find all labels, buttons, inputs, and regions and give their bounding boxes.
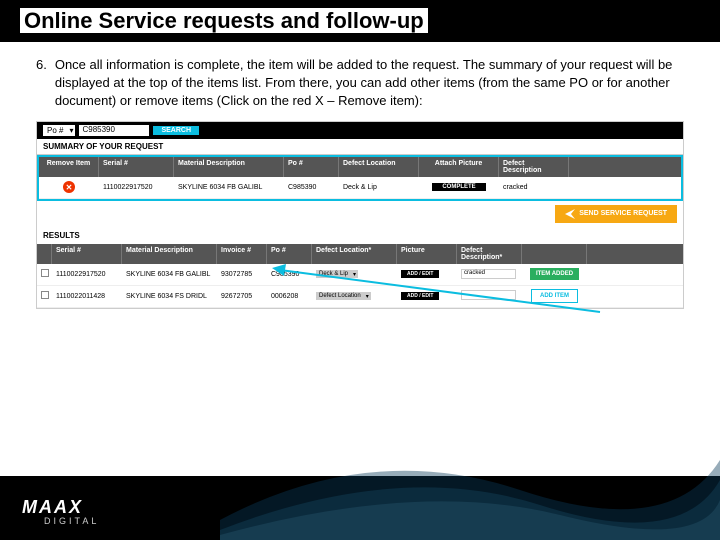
rcol-material: Material Description <box>122 244 217 264</box>
row-checkbox[interactable] <box>41 291 49 299</box>
wave-graphic <box>220 420 720 540</box>
results-table-header: Serial # Material Description Invoice # … <box>37 244 683 264</box>
rcol-location: Defect Location* <box>312 244 397 264</box>
col-po: Po # <box>284 157 339 177</box>
maax-logo: MAAX DIGITAL <box>22 497 99 526</box>
slide-title: Online Service requests and follow-up <box>0 0 720 42</box>
rcell-material: SKYLINE 6034 FB GALIBL <box>122 268 217 281</box>
logo-sub: DIGITAL <box>44 516 99 526</box>
results-header: RESULTS <box>37 227 683 244</box>
send-service-request-button[interactable]: SEND SERVICE REQUEST <box>555 205 677 223</box>
row-checkbox[interactable] <box>41 269 49 277</box>
col-serial: Serial # <box>99 157 174 177</box>
logo-main: MAAX <box>22 497 99 518</box>
summary-header: SUMMARY OF YOUR REQUEST <box>37 139 683 155</box>
content-area: 6. Once all information is complete, the… <box>0 42 720 309</box>
col-defect-location: Defect Location <box>339 157 419 177</box>
rcol-picture: Picture <box>397 244 457 264</box>
defect-location-dropdown[interactable]: Deck & Lip <box>316 270 358 278</box>
add-edit-button[interactable]: ADD / EDIT <box>401 292 439 300</box>
send-row: SEND SERVICE REQUEST <box>37 201 683 227</box>
cell-location: Deck & Lip <box>339 181 419 194</box>
defect-location-dropdown[interactable]: Defect Location <box>316 292 371 300</box>
cell-material: SKYLINE 6034 FB GALIBL <box>174 181 284 194</box>
rcol-serial: Serial # <box>52 244 122 264</box>
search-button[interactable]: SEARCH <box>153 126 199 135</box>
rcol-description: Defect Description* <box>457 244 522 264</box>
results-row: 1110022917520 SKYLINE 6034 FB GALIBL 930… <box>37 264 683 286</box>
rcell-po: 0006208 <box>267 290 312 303</box>
add-item-button[interactable]: ADD ITEM <box>531 289 578 303</box>
rcell-serial: 1110022011428 <box>52 290 122 303</box>
results-row: 1110022011428 SKYLINE 6034 FS DRIDL 9267… <box>37 286 683 308</box>
col-attach-picture: Attach Picture <box>419 157 499 177</box>
rcell-material: SKYLINE 6034 FS DRIDL <box>122 290 217 303</box>
remove-item-icon[interactable]: ✕ <box>63 181 75 193</box>
add-edit-button[interactable]: ADD / EDIT <box>401 270 439 278</box>
rcell-invoice: 93072785 <box>217 268 267 281</box>
slide-footer: MAAX DIGITAL <box>0 476 720 540</box>
app-screenshot: Po # C985390 SEARCH SUMMARY OF YOUR REQU… <box>36 121 684 309</box>
rcell-serial: 1110022917520 <box>52 268 122 281</box>
rcol-invoice: Invoice # <box>217 244 267 264</box>
step-6: 6. Once all information is complete, the… <box>36 56 684 111</box>
cell-description: cracked <box>499 181 569 194</box>
cell-serial: 1110022917520 <box>99 181 174 194</box>
send-icon <box>565 209 575 219</box>
po-type-dropdown[interactable]: Po # <box>43 125 75 136</box>
step-number: 6. <box>36 56 47 111</box>
search-bar: Po # C985390 SEARCH <box>37 122 683 139</box>
summary-row: ✕ 1110022917520 SKYLINE 6034 FB GALIBL C… <box>39 177 681 199</box>
cell-po: C985390 <box>284 181 339 194</box>
col-defect-description: Defect Description <box>499 157 569 177</box>
item-added-badge: ITEM ADDED <box>530 268 579 280</box>
rcol-po: Po # <box>267 244 312 264</box>
summary-highlight: Remove Item Serial # Material Descriptio… <box>37 155 683 201</box>
complete-button[interactable]: COMPLETE <box>432 183 485 191</box>
rcell-invoice: 92672705 <box>217 290 267 303</box>
col-material: Material Description <box>174 157 284 177</box>
description-input[interactable]: cracked <box>461 269 516 279</box>
step-text: Once all information is complete, the it… <box>55 56 684 111</box>
col-remove: Remove Item <box>39 157 99 177</box>
description-input[interactable] <box>461 290 516 300</box>
po-input[interactable]: C985390 <box>79 125 149 136</box>
summary-table-header: Remove Item Serial # Material Descriptio… <box>39 157 681 177</box>
rcell-po: C985390 <box>267 268 312 281</box>
